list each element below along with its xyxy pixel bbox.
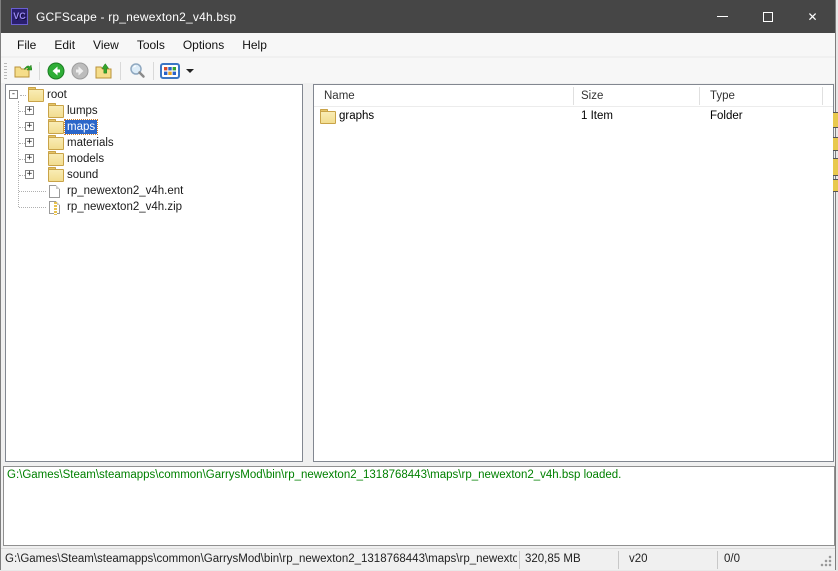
menu-bar: File Edit View Tools Options Help (1, 33, 835, 57)
tree-item-label[interactable]: root (45, 88, 69, 102)
list-header: Name Size Type (314, 85, 833, 107)
console-log[interactable]: G:\Games\Steam\steamapps\common\GarrysMo… (3, 466, 835, 546)
tree-item-label[interactable]: materials (65, 136, 116, 150)
menu-options[interactable]: Options (174, 34, 233, 56)
tree-item-label[interactable]: rp_newexton2_v4h.zip (65, 200, 184, 214)
folder-icon (48, 153, 62, 164)
toolbar-grip[interactable] (4, 63, 7, 79)
window-title: GCFScape - rp_newexton2_v4h.bsp (36, 10, 236, 24)
collapse-icon[interactable]: - (9, 90, 18, 99)
tree-item-ent-file[interactable]: rp_newexton2_v4h.ent (6, 183, 302, 199)
cell-name[interactable]: graphs (339, 110, 374, 122)
tree-connector (19, 191, 46, 192)
status-bar: G:\Games\Steam\steamapps\common\GarrysMo… (1, 548, 835, 570)
list-row-graphs[interactable]: graphs 1 Item Folder (314, 107, 833, 125)
app-icon: VC (11, 8, 28, 25)
maximize-icon (763, 12, 773, 22)
tree-item-maps[interactable]: + maps (6, 119, 302, 135)
views-icon (160, 63, 180, 79)
close-icon: ✕ (807, 11, 817, 23)
cell-type: Folder (710, 110, 743, 122)
toolbar-separator (39, 62, 40, 80)
find-icon (128, 62, 146, 80)
folder-icon (48, 137, 62, 148)
expand-icon[interactable]: + (25, 122, 34, 131)
forward-icon (71, 62, 89, 80)
folder-icon (48, 105, 62, 116)
console-message: G:\Games\Steam\steamapps\common\GarrysMo… (7, 469, 831, 481)
column-header-type[interactable]: Type (710, 85, 735, 107)
menu-file[interactable]: File (8, 34, 45, 56)
column-header-size[interactable]: Size (581, 85, 603, 107)
minimize-icon (717, 16, 728, 17)
back-button[interactable] (44, 60, 68, 82)
status-divider (717, 551, 718, 569)
expand-icon[interactable]: + (25, 154, 34, 163)
background-window-fragment (833, 158, 838, 176)
expand-icon[interactable]: + (25, 170, 34, 179)
column-divider[interactable] (573, 87, 574, 105)
title-bar: VC GCFScape - rp_newexton2_v4h.bsp ✕ (1, 0, 835, 33)
background-window-fragment (833, 179, 838, 192)
expand-icon[interactable]: + (25, 106, 34, 115)
resize-grip[interactable] (820, 555, 832, 567)
status-selection-count: 0/0 (724, 549, 814, 571)
file-icon (49, 185, 60, 198)
menu-help[interactable]: Help (233, 34, 276, 56)
background-window-fragment (833, 112, 838, 128)
tree-item-materials[interactable]: + materials (6, 135, 302, 151)
folder-icon (48, 121, 62, 132)
folder-tree: - root + lumps + maps + mat (6, 85, 302, 215)
cell-size: 1 Item (581, 110, 613, 122)
expand-icon[interactable]: + (25, 138, 34, 147)
find-button[interactable] (125, 60, 149, 82)
folder-icon (320, 111, 334, 122)
column-header-name[interactable]: Name (324, 85, 355, 107)
gcfscape-window: VC GCFScape - rp_newexton2_v4h.bsp ✕ Fil… (0, 0, 836, 570)
background-window-fragment (833, 137, 838, 151)
up-folder-icon (95, 63, 113, 79)
tree-item-label[interactable]: lumps (65, 104, 100, 118)
tree-connector (20, 95, 26, 96)
up-folder-button[interactable] (92, 60, 116, 82)
status-path: G:\Games\Steam\steamapps\common\GarrysMo… (5, 549, 517, 571)
minimize-button[interactable] (700, 0, 745, 33)
tree-item-label[interactable]: rp_newexton2_v4h.ent (65, 184, 185, 198)
column-divider[interactable] (699, 87, 700, 105)
tree-item-label-selected[interactable]: maps (65, 120, 97, 134)
status-size: 320,85 MB (525, 549, 615, 571)
tree-item-sound[interactable]: + sound (6, 167, 302, 183)
back-icon (47, 62, 65, 80)
tree-item-models[interactable]: + models (6, 151, 302, 167)
tree-connector (19, 207, 46, 208)
views-dropdown-button[interactable] (182, 60, 196, 82)
status-divider (618, 551, 619, 569)
open-archive-icon (14, 63, 32, 79)
toolbar-separator (120, 62, 121, 80)
forward-button[interactable] (68, 60, 92, 82)
maximize-button[interactable] (745, 0, 790, 33)
toolbar-separator (153, 62, 154, 80)
folder-tree-panel: - root + lumps + maps + mat (5, 84, 303, 462)
file-list-panel: Name Size Type graphs 1 Item Folder (313, 84, 834, 462)
tree-item-zip-file[interactable]: rp_newexton2_v4h.zip (6, 199, 302, 215)
menu-view[interactable]: View (84, 34, 128, 56)
toolbar (1, 58, 835, 83)
status-divider (519, 551, 520, 569)
tree-item-label[interactable]: sound (65, 168, 100, 182)
menu-tools[interactable]: Tools (128, 34, 174, 56)
folder-icon (48, 169, 62, 180)
views-dropdown-arrow-icon (186, 69, 194, 73)
menu-edit[interactable]: Edit (45, 34, 84, 56)
tree-item-lumps[interactable]: + lumps (6, 103, 302, 119)
status-version: v20 (629, 549, 714, 571)
close-button[interactable]: ✕ (790, 0, 835, 33)
tree-item-label[interactable]: models (65, 152, 106, 166)
views-button[interactable] (158, 60, 182, 82)
column-divider[interactable] (822, 87, 823, 105)
folder-icon (28, 89, 42, 100)
open-archive-button[interactable] (11, 60, 35, 82)
zip-file-icon (49, 201, 60, 214)
tree-item-root[interactable]: - root (6, 87, 302, 103)
